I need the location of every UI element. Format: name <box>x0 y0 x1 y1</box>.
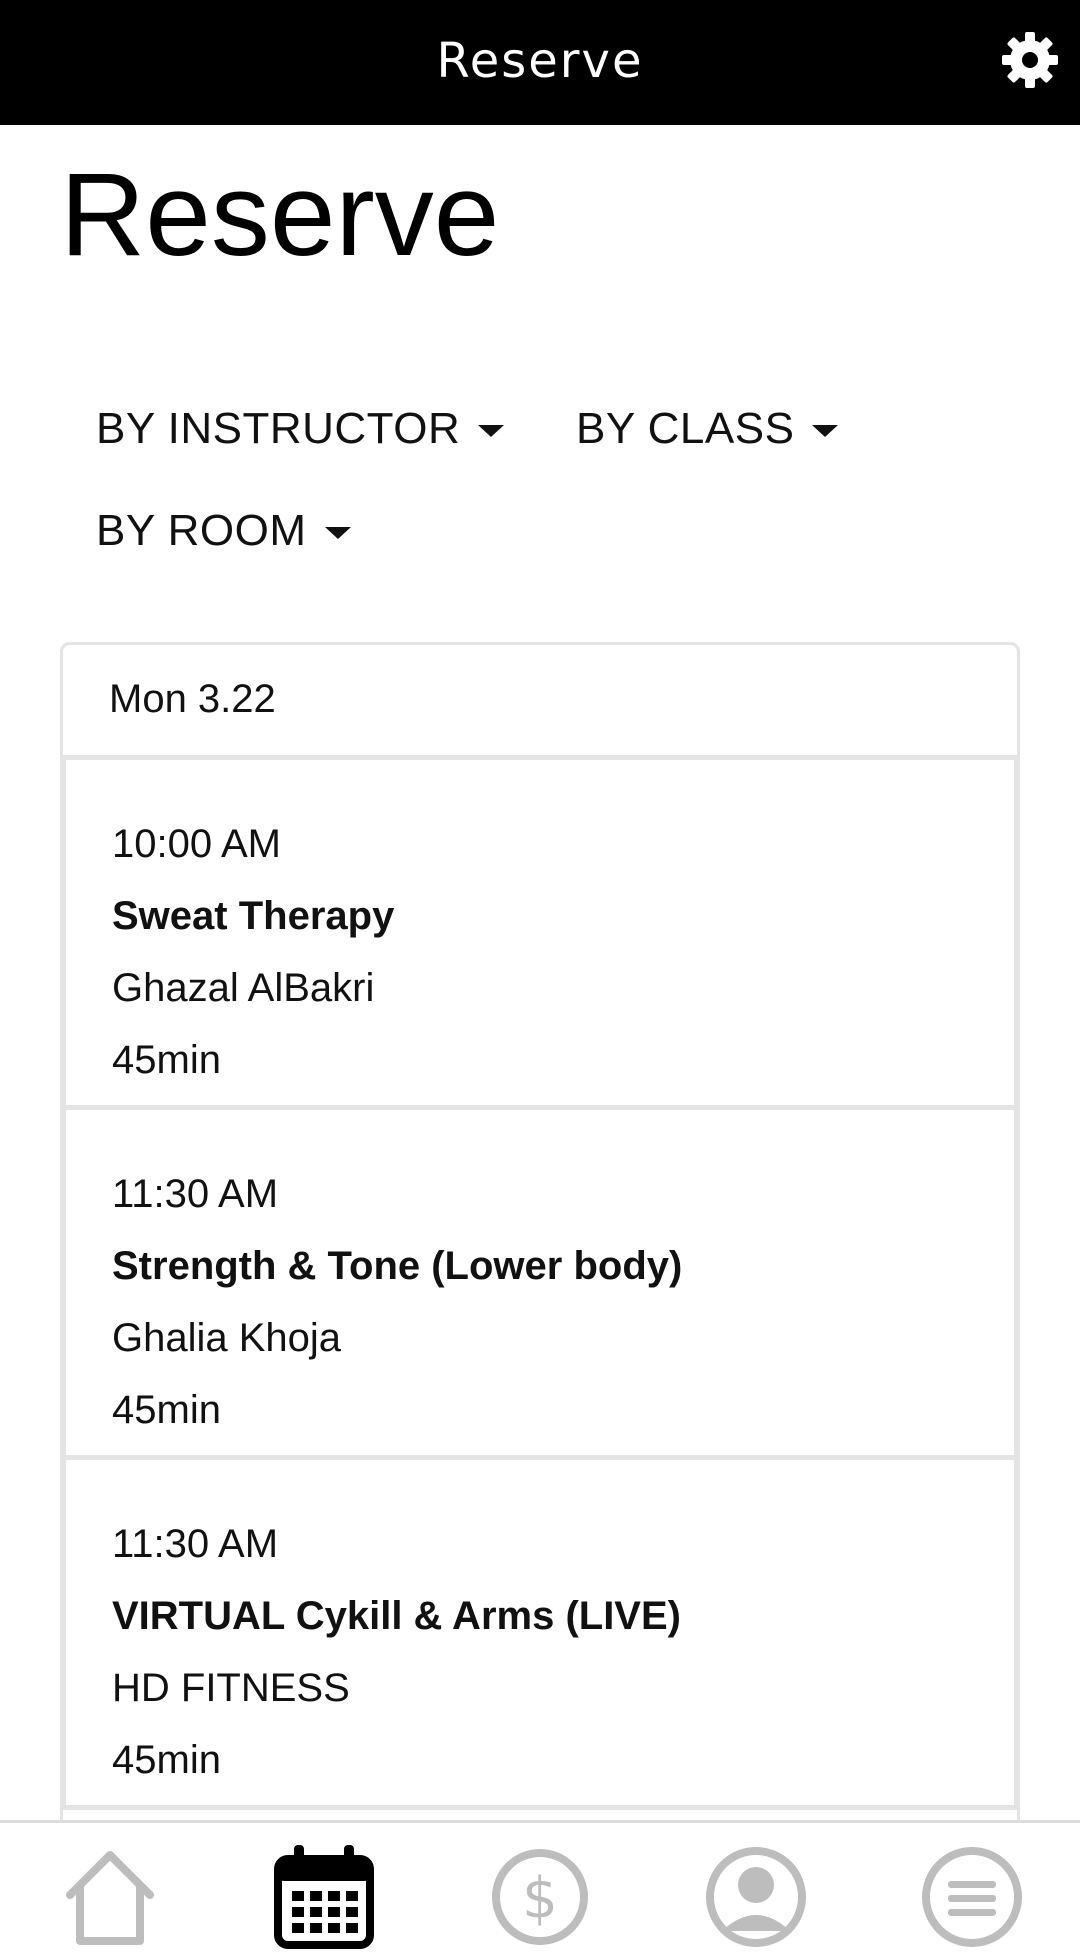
class-name: VIRTUAL Cykill & Arms (LIVE) <box>112 1594 681 1638</box>
filter-by-room[interactable]: BY ROOM <box>96 496 351 566</box>
class-time: 11:30 AM <box>112 1172 279 1216</box>
caret-down-icon <box>812 425 839 437</box>
home-icon[interactable] <box>56 1843 164 1951</box>
schedule-card: Mon 3.22 10:00 AM Sweat Therapy Ghazal A… <box>60 642 1020 1842</box>
profile-icon[interactable] <box>702 1843 810 1951</box>
filter-label: BY ROOM <box>96 506 307 555</box>
dollar-icon[interactable]: $ <box>486 1843 594 1951</box>
class-item[interactable]: 10:00 AM Sweat Therapy Ghazal AlBakri 45… <box>63 760 1017 1110</box>
day-header: Mon 3.22 <box>63 645 1017 760</box>
filter-label: BY CLASS <box>576 404 795 453</box>
class-instructor: Ghalia Khoja <box>112 1316 342 1360</box>
page-title: Reserve <box>60 149 500 281</box>
class-instructor: Ghazal AlBakri <box>112 966 375 1010</box>
svg-text:$: $ <box>522 1866 558 1931</box>
bottom-nav: $ <box>0 1820 1080 1956</box>
class-duration: 45min <box>112 1388 221 1432</box>
class-time: 10:00 AM <box>112 822 282 866</box>
menu-icon[interactable] <box>918 1843 1026 1951</box>
class-time: 11:30 AM <box>112 1522 279 1566</box>
filter-label: BY INSTRUCTOR <box>96 404 461 453</box>
class-instructor: HD FITNESS <box>112 1666 350 1710</box>
caret-down-icon <box>478 425 505 437</box>
class-duration: 45min <box>112 1038 221 1082</box>
class-item[interactable]: 11:30 AM VIRTUAL Cykill & Arms (LIVE) HD… <box>63 1460 1017 1810</box>
app-bar-title: Reserve <box>436 33 644 89</box>
gear-icon[interactable] <box>998 28 1062 92</box>
filter-by-instructor[interactable]: BY INSTRUCTOR <box>96 394 505 464</box>
class-duration: 45min <box>112 1738 221 1782</box>
top-app-bar: Reserve <box>0 0 1080 125</box>
caret-down-icon <box>324 527 351 539</box>
class-name: Strength & Tone (Lower body) <box>112 1244 683 1288</box>
class-name: Sweat Therapy <box>112 894 395 938</box>
calendar-icon[interactable] <box>270 1843 378 1951</box>
class-item[interactable]: 11:30 AM Strength & Tone (Lower body) Gh… <box>63 1110 1017 1460</box>
filter-by-class[interactable]: BY CLASS <box>576 394 839 464</box>
